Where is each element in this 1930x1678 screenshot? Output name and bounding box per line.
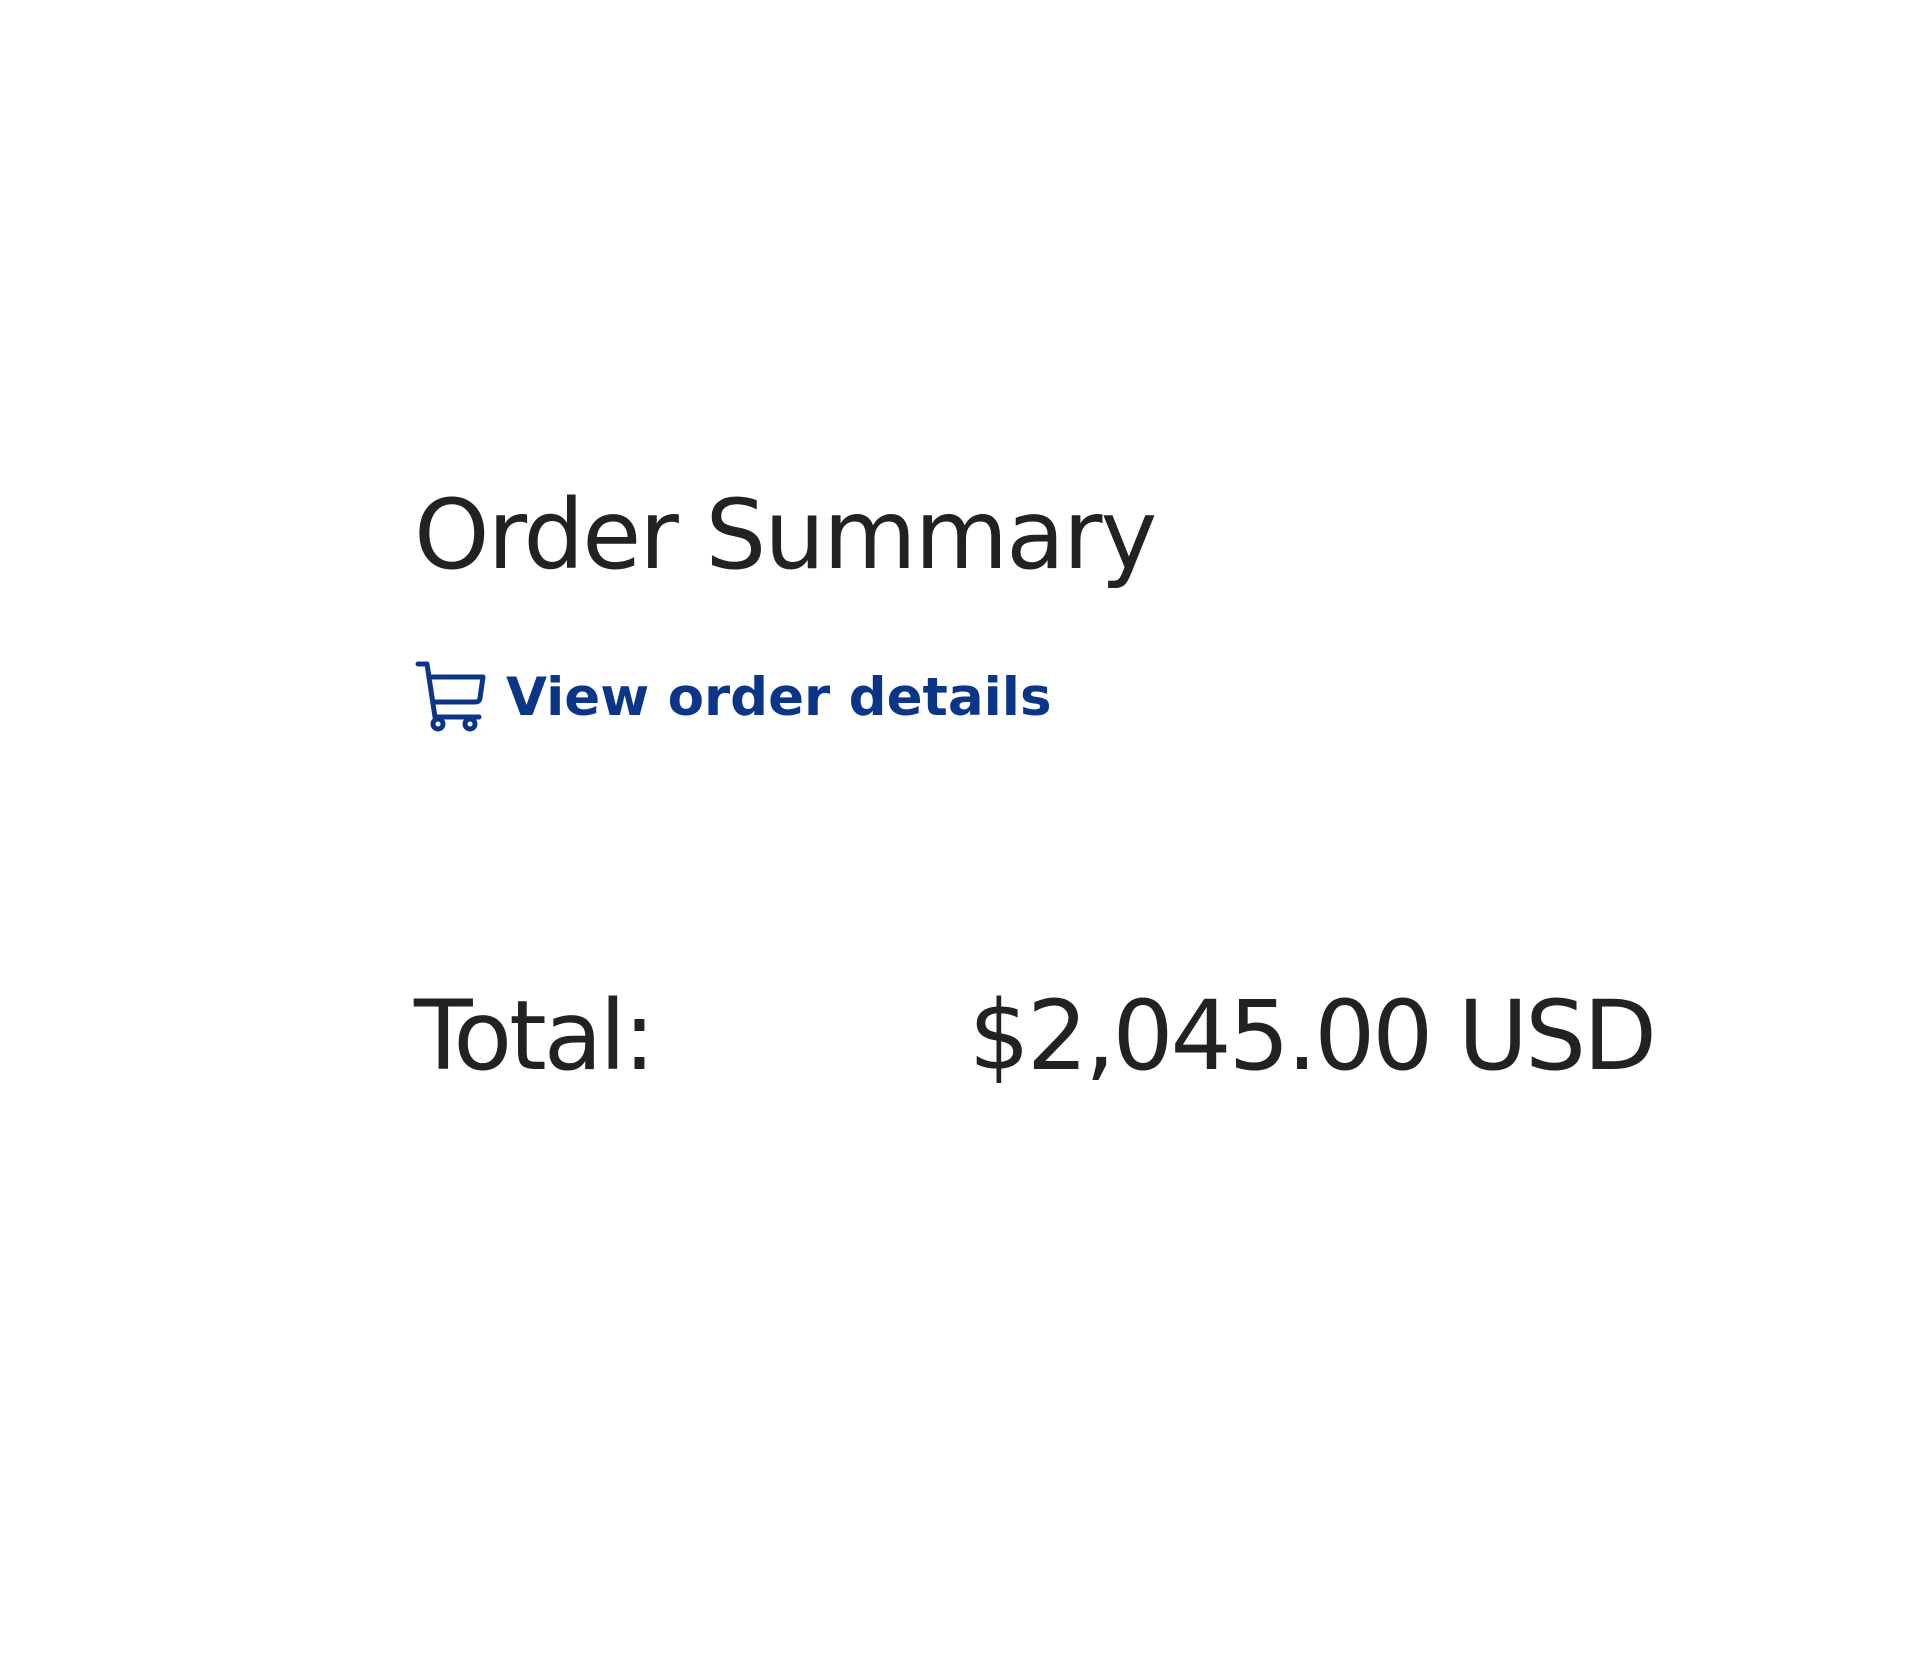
total-label: Total:	[414, 980, 656, 1092]
view-order-details-label: View order details	[506, 666, 1052, 728]
total-row: Total: $2,045.00 USD	[414, 980, 1657, 1092]
order-summary-title: Order Summary	[414, 479, 1157, 591]
view-order-details-link[interactable]: View order details	[414, 652, 1052, 742]
cart-icon	[414, 661, 486, 733]
order-summary-panel: Order Summary View order details Total: …	[414, 470, 1657, 1092]
total-amount: $2,045.00 USD	[968, 980, 1657, 1092]
